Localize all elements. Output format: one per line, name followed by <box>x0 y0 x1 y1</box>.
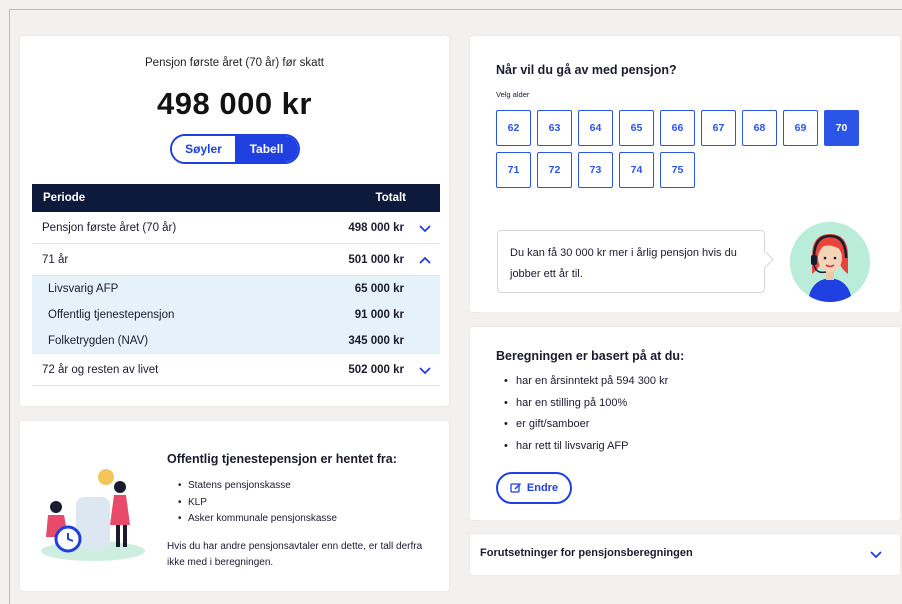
list-item: har en årsinntekt på 594 300 kr <box>504 371 668 393</box>
list-item: KLP <box>178 495 337 512</box>
edit-icon <box>510 482 521 493</box>
pension-table: Periode Totalt Pensjon første året (70 å… <box>32 184 440 386</box>
header-total: Totalt <box>375 192 406 204</box>
chevron-down-icon[interactable] <box>418 363 432 377</box>
table-row[interactable]: 71 år 501 000 kr <box>32 244 440 276</box>
subrow-value: 65 000 kr <box>354 283 404 295</box>
age-button-74[interactable]: 74 <box>619 152 654 188</box>
age-button-67[interactable]: 67 <box>701 110 736 146</box>
subrow-value: 345 000 kr <box>348 335 404 347</box>
row-value: 498 000 kr <box>348 221 404 234</box>
age-title: Når vil du gå av med pensjon? <box>496 63 677 77</box>
subrow-label: Offentlig tjenestepensjon <box>48 309 175 321</box>
age-subtitle: Velg alder <box>496 90 530 99</box>
age-button-70[interactable]: 70 <box>824 110 859 146</box>
basis-list: har en årsinntekt på 594 300 kr har en s… <box>504 371 668 457</box>
chevron-up-icon[interactable] <box>418 253 432 267</box>
source-note: Hvis du har andre pensjonsavtaler enn de… <box>167 541 423 568</box>
row-value: 502 000 kr <box>348 363 404 376</box>
subrow-label: Folketrygden (NAV) <box>48 335 149 347</box>
list-item: Statens pensjonskasse <box>178 478 337 495</box>
edit-label: Endre <box>526 482 559 494</box>
retirement-age-card: Når vil du gå av med pensjon? Velg alder… <box>470 36 900 312</box>
list-item: er gift/samboer <box>504 414 668 436</box>
list-item: har en stilling på 100% <box>504 393 668 415</box>
table-subrow: Folketrygden (NAV) 345 000 kr <box>32 328 440 354</box>
age-button-63[interactable]: 63 <box>537 110 572 146</box>
list-item: Asker kommunale pensjonskasse <box>178 511 337 528</box>
edit-button[interactable]: Endre <box>496 472 572 504</box>
age-button-72[interactable]: 72 <box>537 152 572 188</box>
table-row[interactable]: 72 år og resten av livet 502 000 kr <box>32 354 440 386</box>
source-list: Statens pensjonskasse KLP Asker kommunal… <box>178 478 337 528</box>
age-button-68[interactable]: 68 <box>742 110 777 146</box>
summary-label: Pensjon første året (70 år) før skatt <box>145 57 324 69</box>
header-period: Periode <box>43 192 86 204</box>
age-button-65[interactable]: 65 <box>619 110 654 146</box>
row-value: 501 000 kr <box>348 253 404 266</box>
advisor-avatar-icon <box>790 222 870 302</box>
age-button-64[interactable]: 64 <box>578 110 613 146</box>
table-subrow: Livsvarig AFP 65 000 kr <box>32 276 440 302</box>
pension-summary-card: Pensjon første året (70 år) før skatt 49… <box>20 36 449 406</box>
table-header: Periode Totalt <box>32 184 440 212</box>
age-button-75[interactable]: 75 <box>660 152 695 188</box>
pension-source-card: Offentlig tjenestepensjon er hentet fra:… <box>20 421 449 591</box>
source-title: Offentlig tjenestepensjon er hentet fra: <box>167 452 397 466</box>
age-button-71[interactable]: 71 <box>496 152 531 188</box>
assumptions-label: Forutsetninger for pensjonsberegningen <box>480 547 693 559</box>
table-subrow: Offentlig tjenestepensjon 91 000 kr <box>32 302 440 328</box>
age-button-66[interactable]: 66 <box>660 110 695 146</box>
age-options: 62 63 64 65 66 67 68 69 70 71 72 73 74 7… <box>496 110 876 188</box>
age-button-73[interactable]: 73 <box>578 152 613 188</box>
calculation-basis-card: Beregningen er basert på at du: har en å… <box>470 327 900 520</box>
subrow-value: 91 000 kr <box>354 309 404 321</box>
table-row[interactable]: Pensjon første året (70 år) 498 000 kr <box>32 212 440 244</box>
pension-illustration-icon <box>41 469 145 561</box>
age-button-69[interactable]: 69 <box>783 110 818 146</box>
summary-amount: 498 000 kr <box>157 86 312 121</box>
toggle-bars-button[interactable]: Søyler <box>172 136 235 162</box>
advice-bubble: Du kan få 30 000 kr mer i årlig pensjon … <box>497 230 765 293</box>
basis-title: Beregningen er basert på at du: <box>496 349 685 363</box>
assumptions-accordion[interactable]: Forutsetninger for pensjonsberegningen <box>470 534 900 575</box>
subrow-label: Livsvarig AFP <box>48 283 119 295</box>
age-button-62[interactable]: 62 <box>496 110 531 146</box>
list-item: har rett til livsvarig AFP <box>504 436 668 458</box>
toggle-table-button[interactable]: Tabell <box>235 136 298 162</box>
chevron-down-icon[interactable] <box>418 221 432 235</box>
chevron-down-icon[interactable] <box>869 547 883 561</box>
view-toggle: Søyler Tabell <box>170 134 300 164</box>
